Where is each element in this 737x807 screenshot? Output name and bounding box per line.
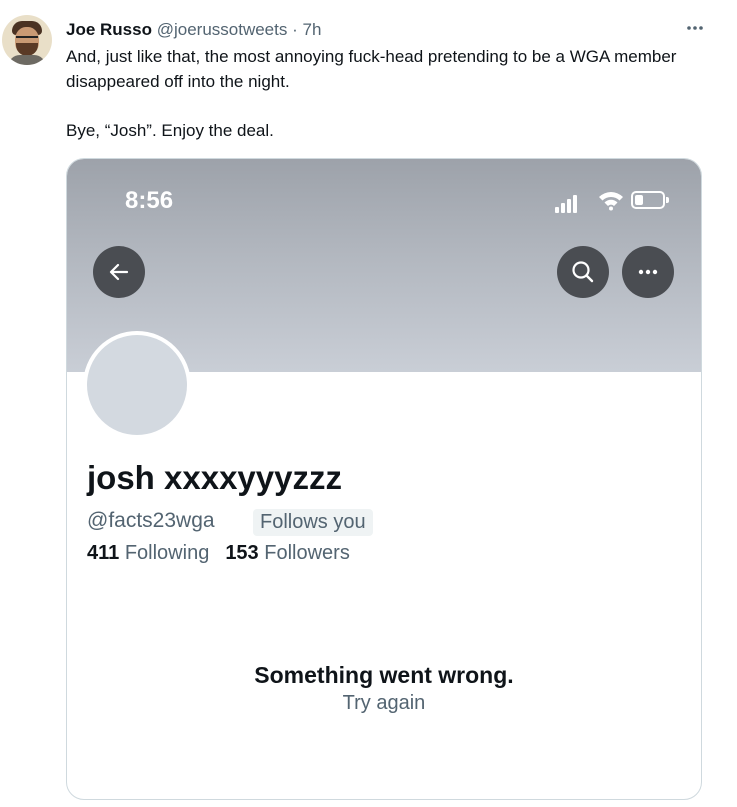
following-link[interactable]: 411 Following — [87, 542, 209, 564]
follow-counts: 411 Following 153 Followers — [87, 542, 350, 565]
followers-label: Followers — [264, 542, 350, 564]
follows-you-badge: Follows you — [253, 509, 373, 536]
embedded-screenshot[interactable]: 8:56 josh xxxxyyyzzz @facts23wga Follows… — [66, 158, 702, 800]
try-again-link[interactable]: Try again — [67, 692, 701, 715]
status-bar-time: 8:56 — [125, 187, 174, 214]
default-avatar-placeholder — [87, 335, 187, 435]
status-bar-icons — [555, 189, 675, 213]
following-label: Following — [124, 542, 210, 564]
following-count: 411 — [87, 542, 120, 564]
profile-more-button[interactable] — [622, 246, 674, 298]
tweet: Joe Russo @joerussotweets · 7h And, just… — [0, 0, 737, 807]
more-horizontal-icon[interactable] — [681, 18, 709, 38]
profile-avatar[interactable] — [83, 331, 191, 439]
followers-link[interactable]: 153 Followers — [225, 542, 350, 564]
wifi-icon — [599, 192, 623, 211]
tweet-header: Joe Russo @joerussotweets · 7h — [66, 20, 321, 40]
back-button[interactable] — [93, 246, 145, 298]
search-icon — [572, 261, 594, 283]
more-horizontal-icon — [638, 269, 658, 275]
profile-display-name: josh xxxxyyyzzz — [87, 459, 342, 496]
author-display-name[interactable]: Joe Russo — [66, 20, 152, 39]
search-button[interactable] — [557, 246, 609, 298]
header-separator: · — [292, 20, 298, 39]
avatar-shirt — [8, 55, 46, 65]
profile-handle: @facts23wga — [87, 509, 215, 532]
more-horizontal-icon-glyph — [687, 26, 703, 30]
tweet-timestamp[interactable]: 7h — [303, 20, 322, 39]
author-handle[interactable]: @joerussotweets — [157, 20, 288, 39]
followers-count: 153 — [225, 542, 259, 564]
arrow-left-icon — [109, 263, 129, 281]
tweet-text-line: Bye, “Josh”. Enjoy the deal. — [66, 121, 274, 140]
battery-icon — [631, 191, 669, 209]
author-avatar[interactable] — [2, 15, 52, 65]
error-message: Something went wrong. — [254, 662, 514, 688]
tweet-text: And, just like that, the most annoying f… — [66, 44, 716, 143]
tweet-text-line: And, just like that, the most annoying f… — [66, 47, 677, 91]
